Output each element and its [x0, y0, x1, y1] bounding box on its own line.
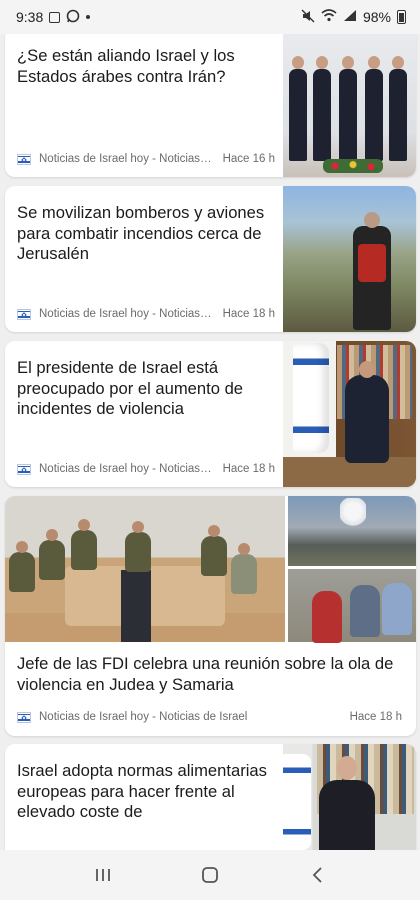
- clock: 9:38: [16, 9, 44, 25]
- recents-button[interactable]: [83, 855, 123, 895]
- smoke-photo: [288, 496, 416, 566]
- news-thumbnail[interactable]: [283, 341, 416, 487]
- news-headline[interactable]: Israel adopta normas alimentarias europe…: [17, 761, 273, 823]
- news-headline[interactable]: Jefe de las FDI celebra una reunión sobr…: [17, 654, 404, 695]
- status-bar: 9:38 98%: [0, 0, 420, 34]
- news-headline[interactable]: El presidente de Israel está preocupado …: [17, 358, 273, 420]
- news-feed[interactable]: ¿Se están aliando Israel y los Estados á…: [0, 34, 420, 850]
- news-headline[interactable]: Se movilizan bomberos y aviones para com…: [17, 203, 273, 265]
- home-button[interactable]: [190, 855, 230, 895]
- news-card[interactable]: Israel adopta normas alimentarias europe…: [5, 744, 416, 850]
- news-headline[interactable]: ¿Se están aliando Israel y los Estados á…: [17, 46, 273, 87]
- news-thumbnail[interactable]: [283, 186, 416, 332]
- wifi-icon: [321, 9, 337, 25]
- news-meta: Noticias de Israel hoy - Noticias de Isr…: [17, 308, 275, 320]
- embrace-photo: [288, 569, 416, 643]
- news-image-collage[interactable]: [5, 496, 416, 643]
- news-source: Noticias de Israel hoy - Noticias de Isr…: [39, 711, 248, 723]
- back-icon: [312, 867, 322, 883]
- home-icon: [202, 867, 218, 883]
- whatsapp-notification-icon: [66, 9, 80, 26]
- news-source: Noticias de Israel hoy - Noticias de Isr…: [39, 153, 215, 165]
- news-card-text: ¿Se están aliando Israel y los Estados á…: [5, 34, 283, 177]
- back-button[interactable]: [297, 855, 337, 895]
- source-flag-icon: [17, 711, 31, 723]
- news-time: Hace 18 h: [222, 463, 275, 475]
- news-card-text: Israel adopta normas alimentarias europe…: [5, 744, 283, 850]
- gallery-notification-icon: [49, 11, 61, 23]
- status-left: 9:38: [16, 9, 91, 26]
- news-thumbnail[interactable]: [283, 744, 416, 850]
- news-meta: Noticias de Israel hoy - Noticias de Isr…: [17, 711, 402, 723]
- more-notifications-icon: [86, 15, 91, 19]
- battery-percent: 98%: [362, 9, 391, 25]
- news-card[interactable]: Se movilizan bomberos y aviones para com…: [5, 186, 416, 332]
- news-card[interactable]: ¿Se están aliando Israel y los Estados á…: [5, 34, 416, 177]
- battery-icon: [397, 10, 406, 24]
- source-flag-icon: [17, 308, 31, 320]
- news-meta: Noticias de Israel hoy - Noticias de Isr…: [17, 153, 275, 165]
- system-navigation-bar: [0, 850, 420, 900]
- news-time: Hace 18 h: [222, 308, 275, 320]
- recents-icon: [96, 869, 111, 881]
- status-right: 98%: [301, 9, 406, 26]
- news-source: Noticias de Israel hoy - Noticias de Isr…: [39, 308, 215, 320]
- meeting-photo: [5, 496, 285, 642]
- signal-icon: [343, 9, 357, 25]
- source-flag-icon: [17, 463, 31, 475]
- news-time: Hace 18 h: [349, 711, 402, 723]
- news-meta: Noticias de Israel hoy - Noticias de Isr…: [17, 463, 275, 475]
- news-time: Hace 16 h: [222, 153, 275, 165]
- mute-icon: [301, 9, 315, 26]
- news-thumbnail[interactable]: [283, 34, 416, 177]
- featured-news-card[interactable]: Jefe de las FDI celebra una reunión sobr…: [5, 496, 416, 736]
- source-flag-icon: [17, 153, 31, 165]
- news-card-text: Jefe de las FDI celebra una reunión sobr…: [17, 654, 404, 695]
- news-card-text: El presidente de Israel está preocupado …: [5, 341, 283, 487]
- news-card[interactable]: El presidente de Israel está preocupado …: [5, 341, 416, 487]
- news-card-text: Se movilizan bomberos y aviones para com…: [5, 186, 283, 332]
- news-source: Noticias de Israel hoy - Noticias de Isr…: [39, 463, 215, 475]
